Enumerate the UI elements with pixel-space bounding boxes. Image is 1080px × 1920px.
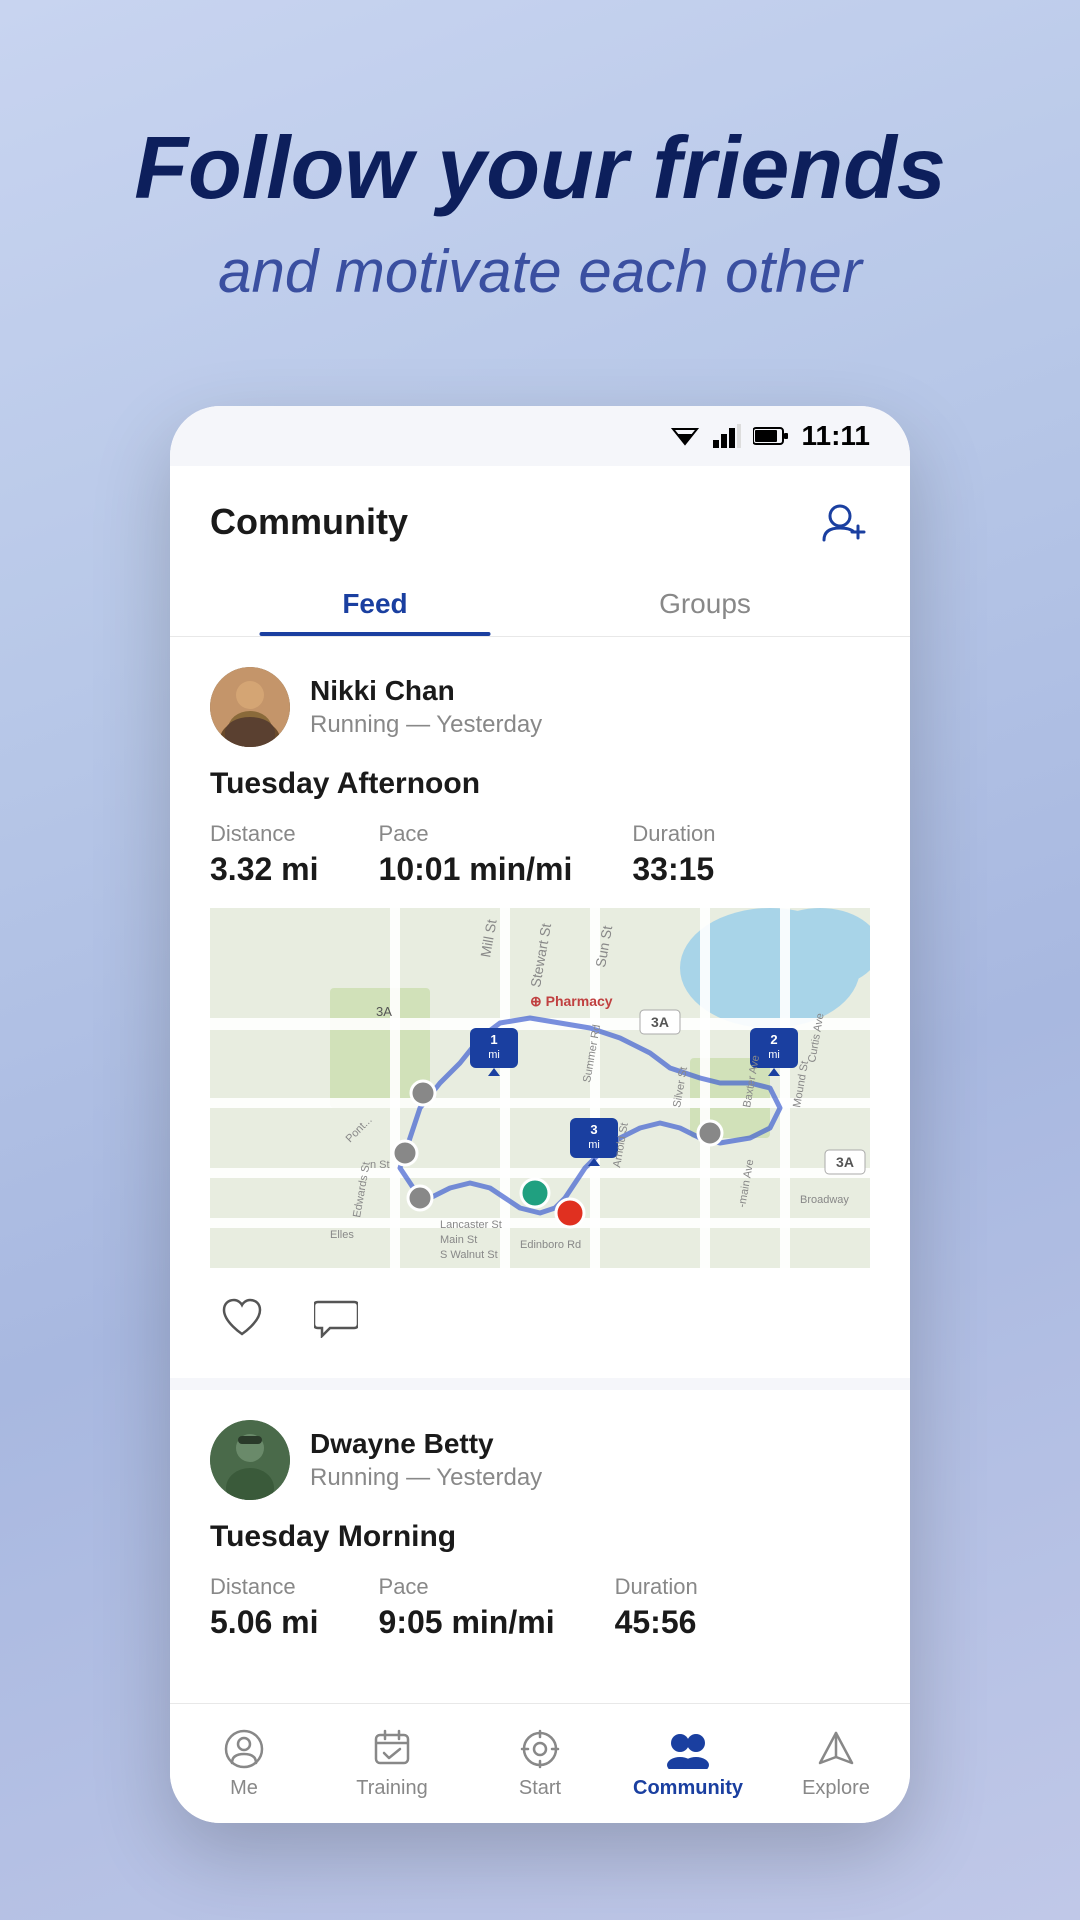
svg-text:3A: 3A — [836, 1154, 854, 1170]
stat-pace-value-2: 9:05 min/mi — [379, 1604, 555, 1641]
wifi-icon — [669, 424, 701, 448]
avatar-dwayne — [210, 1420, 290, 1500]
nav-community-icon — [666, 1727, 710, 1771]
svg-text:Edinboro Rd: Edinboro Rd — [520, 1239, 581, 1251]
stat-duration-1: Duration 33:15 — [632, 821, 715, 888]
svg-text:Broadway: Broadway — [800, 1194, 849, 1206]
svg-text:mi: mi — [588, 1139, 600, 1151]
promo-subtitle: and motivate each other — [60, 237, 1020, 306]
add-friend-button[interactable] — [818, 496, 870, 548]
stat-pace-label-1: Pace — [379, 821, 573, 847]
stats-row-2: Distance 5.06 mi Pace 9:05 min/mi Durati… — [210, 1574, 870, 1641]
svg-text:n St: n St — [370, 1159, 390, 1171]
nav-community-label: Community — [633, 1777, 743, 1800]
svg-text:⊕ Pharmacy: ⊕ Pharmacy — [530, 993, 613, 1009]
activity-card-1: Nikki Chan Running — Yesterday Tuesday A… — [170, 637, 910, 1378]
stats-row-1: Distance 3.32 mi Pace 10:01 min/mi Durat… — [210, 821, 870, 888]
svg-text:2: 2 — [770, 1032, 777, 1047]
tab-feed[interactable]: Feed — [210, 572, 540, 636]
header-title: Community — [210, 501, 408, 543]
add-person-icon — [822, 502, 866, 542]
tabs: Feed Groups — [210, 572, 870, 636]
svg-text:Elles: Elles — [330, 1229, 354, 1241]
user-name-dwayne: Dwayne Betty — [310, 1428, 542, 1460]
nav-me-icon — [222, 1727, 266, 1771]
stat-distance-2: Distance 5.06 mi — [210, 1574, 319, 1641]
comment-button-1[interactable] — [304, 1288, 368, 1348]
svg-text:3A: 3A — [376, 1004, 392, 1019]
svg-text:mi: mi — [768, 1049, 780, 1061]
stat-duration-value-2: 45:56 — [615, 1604, 698, 1641]
nav-explore-icon — [814, 1727, 858, 1771]
user-info-dwayne: Dwayne Betty Running — Yesterday — [310, 1428, 542, 1492]
card-actions-1 — [210, 1288, 870, 1348]
stat-pace-value-1: 10:01 min/mi — [379, 851, 573, 888]
svg-text:Main St: Main St — [440, 1234, 477, 1246]
stat-distance-label-2: Distance — [210, 1574, 319, 1600]
comment-icon — [314, 1298, 358, 1338]
battery-icon — [753, 426, 789, 446]
nav-start-icon — [518, 1727, 562, 1771]
status-icons: 11:11 — [669, 420, 870, 452]
stat-pace-2: Pace 9:05 min/mi — [379, 1574, 555, 1641]
nav-me-label: Me — [230, 1777, 258, 1800]
heart-icon — [220, 1298, 264, 1338]
tab-groups[interactable]: Groups — [540, 572, 870, 636]
nav-item-training[interactable]: Training — [318, 1717, 466, 1810]
like-button-1[interactable] — [210, 1288, 274, 1348]
avatar-nikki — [210, 667, 290, 747]
stat-duration-value-1: 33:15 — [632, 851, 715, 888]
card-header-2: Dwayne Betty Running — Yesterday — [210, 1420, 870, 1500]
activity-card-2: Dwayne Betty Running — Yesterday Tuesday… — [170, 1390, 910, 1691]
stat-duration-label-2: Duration — [615, 1574, 698, 1600]
user-meta-nikki: Running — Yesterday — [310, 711, 542, 739]
svg-text:S Walnut St: S Walnut St — [440, 1249, 498, 1261]
stat-distance-1: Distance 3.32 mi — [210, 821, 319, 888]
user-meta-dwayne: Running — Yesterday — [310, 1464, 542, 1492]
stat-distance-value-2: 5.06 mi — [210, 1604, 319, 1641]
stat-pace-label-2: Pace — [379, 1574, 555, 1600]
bottom-nav: Me Training — [170, 1703, 910, 1823]
stat-distance-label-1: Distance — [210, 821, 319, 847]
header-top: Community — [210, 496, 870, 548]
status-time: 11:11 — [801, 420, 870, 452]
nav-training-label: Training — [356, 1777, 428, 1800]
svg-text:3A: 3A — [651, 1014, 669, 1030]
svg-text:3: 3 — [590, 1122, 597, 1137]
nav-item-start[interactable]: Start — [466, 1717, 614, 1810]
feed: Nikki Chan Running — Yesterday Tuesday A… — [170, 637, 910, 1691]
card-header-1: Nikki Chan Running — Yesterday — [210, 667, 870, 747]
signal-icon — [713, 424, 741, 448]
nav-explore-label: Explore — [802, 1777, 870, 1800]
svg-text:mi: mi — [488, 1049, 500, 1061]
map-container-1: 1 mi 2 mi 3 mi — [210, 908, 870, 1268]
nav-item-explore[interactable]: Explore — [762, 1717, 910, 1810]
user-name-nikki: Nikki Chan — [310, 675, 542, 707]
svg-text:1: 1 — [490, 1032, 497, 1047]
stat-duration-2: Duration 45:56 — [615, 1574, 698, 1641]
phone-frame: 11:11 Community Feed Groups — [170, 406, 910, 1823]
nav-item-community[interactable]: Community — [614, 1717, 762, 1810]
nav-start-label: Start — [519, 1777, 561, 1800]
status-bar: 11:11 — [170, 406, 910, 466]
nav-training-icon — [370, 1727, 414, 1771]
promo-title: Follow your friends — [60, 120, 1020, 217]
stat-duration-label-1: Duration — [632, 821, 715, 847]
promo-section: Follow your friends and motivate each ot… — [0, 120, 1080, 366]
activity-title-1: Tuesday Afternoon — [210, 767, 870, 801]
nav-item-me[interactable]: Me — [170, 1717, 318, 1810]
stat-distance-value-1: 3.32 mi — [210, 851, 319, 888]
stat-pace-1: Pace 10:01 min/mi — [379, 821, 573, 888]
svg-text:Lancaster St: Lancaster St — [440, 1219, 502, 1231]
activity-title-2: Tuesday Morning — [210, 1520, 870, 1554]
user-info-nikki: Nikki Chan Running — Yesterday — [310, 675, 542, 739]
app-header: Community Feed Groups — [170, 466, 910, 637]
